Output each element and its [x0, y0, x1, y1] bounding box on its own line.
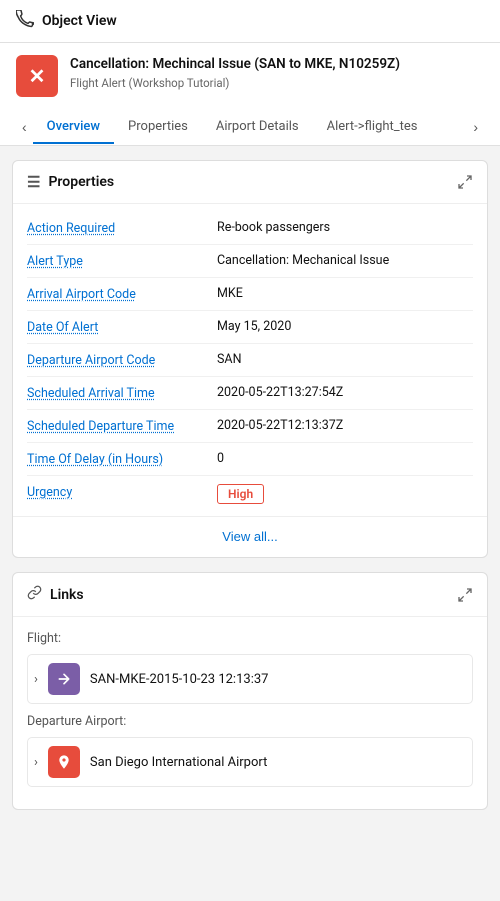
property-row: Departure Airport CodeSAN	[27, 344, 473, 377]
property-label: Departure Airport Code	[27, 352, 217, 368]
flight-section-label: Flight:	[27, 631, 473, 646]
chain-icon	[27, 585, 42, 600]
property-value: MKE	[217, 286, 473, 301]
property-value: SAN	[217, 352, 473, 367]
property-row: Action RequiredRe-book passengers	[27, 212, 473, 245]
list-icon: ☰	[27, 173, 40, 191]
header-subtitle: Flight Alert (Workshop Tutorial)	[70, 76, 400, 90]
properties-card: ☰ Properties Action RequiredRe-book pass…	[12, 160, 488, 558]
flight-link-icon-box	[48, 663, 80, 695]
property-value: May 15, 2020	[217, 319, 473, 334]
object-view-title: Object View	[42, 13, 117, 29]
links-expand-button[interactable]	[457, 587, 473, 603]
properties-body: Action RequiredRe-book passengersAlert T…	[13, 204, 487, 516]
property-label: Action Required	[27, 220, 217, 236]
top-bar: Object View	[0, 0, 500, 43]
property-label: Arrival Airport Code	[27, 286, 217, 302]
departure-airport-link-label: San Diego International Airport	[90, 755, 267, 770]
urgency-badge: High	[217, 484, 264, 504]
property-label: Time Of Delay (in Hours)	[27, 451, 217, 467]
tab-overview[interactable]: Overview	[33, 111, 114, 144]
property-label: Urgency	[27, 484, 217, 500]
tab-next-button[interactable]: ›	[467, 109, 484, 145]
departure-link-icon-box	[48, 746, 80, 778]
view-all-button[interactable]: View all...	[222, 529, 277, 544]
link-icon	[27, 585, 42, 604]
property-label: Date Of Alert	[27, 319, 217, 335]
links-card: Links Flight: › SAN-MKE-2015-10-23 12:13…	[12, 572, 488, 810]
property-row: Scheduled Departure Time2020-05-22T12:13…	[27, 410, 473, 443]
property-value: 2020-05-22T13:27:54Z	[217, 385, 473, 400]
main-content: ☰ Properties Action RequiredRe-book pass…	[0, 146, 500, 824]
departure-chevron-icon: ›	[34, 755, 38, 770]
pin-icon	[56, 754, 72, 770]
properties-card-header: ☰ Properties	[13, 161, 487, 204]
property-row: Time Of Delay (in Hours)0	[27, 443, 473, 476]
properties-expand-button[interactable]	[457, 174, 473, 190]
tabs-list: Overview Properties Airport Details Aler…	[33, 111, 468, 144]
links-card-header: Links	[13, 573, 487, 617]
tab-airport-details[interactable]: Airport Details	[202, 111, 313, 144]
property-label: Scheduled Arrival Time	[27, 385, 217, 401]
departure-airport-section-label: Departure Airport:	[27, 714, 473, 729]
property-value: Cancellation: Mechanical Issue	[217, 253, 473, 268]
departure-airport-link-row[interactable]: › San Diego International Airport	[27, 737, 473, 787]
flight-link-arrow-icon	[56, 671, 72, 687]
links-expand-icon	[457, 587, 473, 603]
links-body: Flight: › SAN-MKE-2015-10-23 12:13:37 De…	[13, 617, 487, 809]
property-row: Date Of AlertMay 15, 2020	[27, 311, 473, 344]
property-row: UrgencyHigh	[27, 476, 473, 512]
tabs: ‹ Overview Properties Airport Details Al…	[16, 109, 484, 145]
properties-card-title: Properties	[48, 174, 114, 190]
properties-card-title-group: ☰ Properties	[27, 173, 114, 191]
plane-icon	[16, 10, 34, 32]
property-value: 0	[217, 451, 473, 466]
property-row: Arrival Airport CodeMKE	[27, 278, 473, 311]
view-all-row: View all...	[13, 516, 487, 557]
property-row: Alert TypeCancellation: Mechanical Issue	[27, 245, 473, 278]
tab-prev-button[interactable]: ‹	[16, 109, 33, 145]
tab-alert-flight[interactable]: Alert->flight_tes	[313, 111, 432, 144]
property-label: Alert Type	[27, 253, 217, 269]
links-card-title-group: Links	[27, 585, 84, 604]
flight-link-row[interactable]: › SAN-MKE-2015-10-23 12:13:37	[27, 654, 473, 704]
flight-link-label: SAN-MKE-2015-10-23 12:13:37	[90, 672, 269, 687]
header-title: Cancellation: Mechincal Issue (SAN to MK…	[70, 55, 400, 74]
property-label: Scheduled Departure Time	[27, 418, 217, 434]
links-card-title: Links	[50, 587, 84, 603]
flight-chevron-icon: ›	[34, 672, 38, 687]
header-icon-box: ✕	[16, 55, 58, 97]
property-value: Re-book passengers	[217, 220, 473, 235]
header: ✕ Cancellation: Mechincal Issue (SAN to …	[0, 43, 500, 146]
property-row: Scheduled Arrival Time2020-05-22T13:27:5…	[27, 377, 473, 410]
property-value: 2020-05-22T12:13:37Z	[217, 418, 473, 433]
header-text: Cancellation: Mechincal Issue (SAN to MK…	[70, 55, 400, 90]
expand-icon	[457, 174, 473, 190]
tab-properties[interactable]: Properties	[114, 111, 202, 144]
property-value: High	[217, 484, 473, 504]
